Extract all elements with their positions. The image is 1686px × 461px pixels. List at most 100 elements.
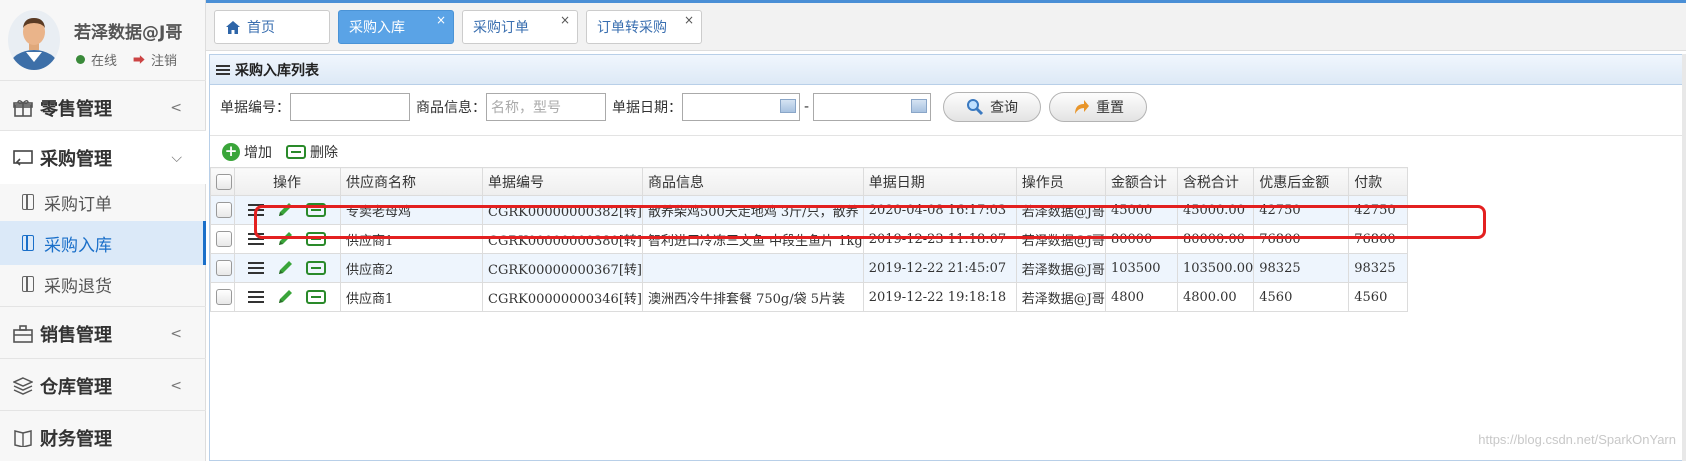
table-row[interactable]: 供应商1 CGRK00000000346[转] 澳洲西冷牛排套餐 750g/袋 … <box>210 282 1409 312</box>
edit-pencil-icon[interactable] <box>276 259 294 277</box>
reset-button[interactable]: 重置 <box>1049 92 1148 122</box>
column-header[interactable]: 金额合计 <box>1104 167 1178 196</box>
delete-row-icon[interactable] <box>306 232 326 246</box>
sidebar-item-purchase-inbound[interactable]: 采购入库 <box>0 221 206 265</box>
supplier-cell: 供应商1 <box>340 224 483 254</box>
close-icon[interactable]: × <box>684 13 694 27</box>
supplier-cell: 供应商2 <box>340 253 483 283</box>
date-label: 单据日期： <box>612 100 682 116</box>
bill-no-label: 单据编号： <box>220 100 290 116</box>
menu-finance[interactable]: 财务管理 <box>0 410 206 461</box>
table-row[interactable]: 专卖老母鸡 CGRK00000000382[转] 散养柴鸡500天走地鸡 3斤/… <box>210 195 1409 225</box>
menu-purchase-label: 采购管理 <box>40 148 112 170</box>
row-checkbox-cell <box>210 282 235 312</box>
tab-home[interactable]: 首页 <box>214 10 330 44</box>
watermark: https://blog.csdn.net/SparkOnYarn <box>1478 432 1676 447</box>
edit-pencil-icon[interactable] <box>276 230 294 248</box>
select-all-cell <box>210 167 235 196</box>
operator-cell: 若泽数据@J哥 <box>1015 224 1106 254</box>
tax-amount-cell: 45000.00 <box>1176 195 1255 225</box>
delete-row-icon[interactable] <box>306 261 326 275</box>
add-button[interactable]: + 增加 <box>222 142 272 162</box>
tab-order-to-purchase[interactable]: 订单转采购 × <box>586 10 702 44</box>
avatar[interactable] <box>8 10 60 70</box>
table-row[interactable]: 供应商2 CGRK00000000367[转] 2019-12-22 21:45… <box>210 253 1409 283</box>
table-row[interactable]: 供应商1 CGRK00000000380[转] 智利进口冷冻三文鱼 中段生鱼片 … <box>210 224 1409 254</box>
scrollbar-edge[interactable] <box>1682 54 1686 461</box>
row-checkbox[interactable] <box>216 289 232 305</box>
amount-cell: 4800 <box>1104 282 1178 312</box>
column-header[interactable]: 含税合计 <box>1176 167 1255 196</box>
supplier-cell: 供应商1 <box>340 282 483 312</box>
column-header[interactable]: 操作 <box>234 167 341 196</box>
user-name: 若泽数据@J哥 <box>74 23 183 43</box>
edit-pencil-icon[interactable] <box>276 288 294 306</box>
briefcase-icon <box>12 323 34 345</box>
column-header[interactable]: 操作员 <box>1015 167 1106 196</box>
row-operations <box>234 253 341 283</box>
date-to-field <box>813 93 932 121</box>
menu-warehouse[interactable]: 仓库管理 < <box>0 358 206 412</box>
date-cell: 2019-12-22 21:45:07 <box>862 253 1017 283</box>
menu-retail[interactable]: 零售管理 < <box>0 80 206 134</box>
calendar-icon[interactable] <box>911 99 928 113</box>
menu-purchase[interactable]: 采购管理 ⌵ <box>0 130 206 184</box>
close-icon[interactable]: × <box>436 13 446 27</box>
row-checkbox[interactable] <box>216 231 232 247</box>
column-header[interactable]: 单据编号 <box>482 167 643 196</box>
menu-finance-label: 财务管理 <box>40 428 112 450</box>
calendar-icon[interactable] <box>780 99 796 113</box>
amount-cell: 103500 <box>1104 253 1178 283</box>
detail-list-icon[interactable] <box>248 233 264 245</box>
delete-row-icon[interactable] <box>306 203 326 217</box>
delete-button[interactable]: 删除 <box>286 142 338 162</box>
search-bar: 单据编号： 商品信息： 单据日期： - 查询 重置 <box>220 92 1148 122</box>
table-header-row: 操作 供应商名称 单据编号 商品信息 单据日期 操作员 金额合计 含税合计 优惠… <box>210 167 1409 196</box>
detail-list-icon[interactable] <box>248 262 264 274</box>
supplier-cell: 专卖老母鸡 <box>340 195 483 225</box>
gift-icon <box>12 97 34 119</box>
document-icon <box>22 235 34 251</box>
select-all-checkbox[interactable] <box>216 173 232 190</box>
chevron-left-icon: < <box>170 325 182 342</box>
row-checkbox-cell <box>210 224 235 254</box>
tab-purchase-order[interactable]: 采购订单 × <box>462 10 578 44</box>
goods-input[interactable] <box>486 93 606 121</box>
magnifier-icon <box>967 99 984 116</box>
detail-list-icon[interactable] <box>248 204 264 216</box>
date-cell: 2019-12-22 19:18:18 <box>862 282 1017 312</box>
column-header[interactable]: 付款 <box>1348 167 1409 196</box>
goods-cell: 智利进口冷冻三文鱼 中段生鱼片 1kg <box>641 224 864 254</box>
online-label: 在线 <box>91 54 118 69</box>
sidebar-item-purchase-return[interactable]: 采购退货 <box>0 262 206 306</box>
user-status: 在线 ⮕ 注销 <box>76 50 177 69</box>
column-header[interactable]: 优惠后金额 <box>1253 167 1350 196</box>
bill-no-cell: CGRK00000000382[转] <box>482 195 643 225</box>
column-header[interactable]: 供应商名称 <box>340 167 483 196</box>
logout-icon[interactable]: ⮕ <box>133 51 145 68</box>
column-header[interactable]: 商品信息 <box>641 167 864 196</box>
row-checkbox-cell <box>210 195 235 225</box>
detail-list-icon[interactable] <box>248 291 264 303</box>
menu-sales[interactable]: 销售管理 < <box>0 306 206 360</box>
amount-cell: 80000 <box>1104 224 1178 254</box>
delete-row-icon[interactable] <box>306 290 326 304</box>
panel-title: 采购入库列表 <box>235 62 319 79</box>
logout-link[interactable]: 注销 <box>151 50 177 69</box>
close-icon[interactable]: × <box>560 13 570 27</box>
sidebar-item-purchase-order[interactable]: 采购订单 <box>0 180 206 224</box>
edit-pencil-icon[interactable] <box>276 201 294 219</box>
purchase-icon <box>12 147 34 169</box>
query-button[interactable]: 查询 <box>943 92 1042 122</box>
bill-no-cell: CGRK00000000367[转] <box>482 253 643 283</box>
grid-toolbar: + 增加 删除 <box>210 135 1686 167</box>
row-checkbox[interactable] <box>216 202 232 218</box>
row-checkbox[interactable] <box>216 260 232 276</box>
menu-warehouse-label: 仓库管理 <box>40 376 112 398</box>
amount-cell: 45000 <box>1104 195 1178 225</box>
layers-icon <box>12 375 34 397</box>
column-header[interactable]: 单据日期 <box>862 167 1017 196</box>
tab-purchase-inbound[interactable]: 采购入库 × <box>338 10 454 44</box>
discount-amount-cell: 98325 <box>1253 253 1350 283</box>
bill-no-input[interactable] <box>290 93 410 121</box>
